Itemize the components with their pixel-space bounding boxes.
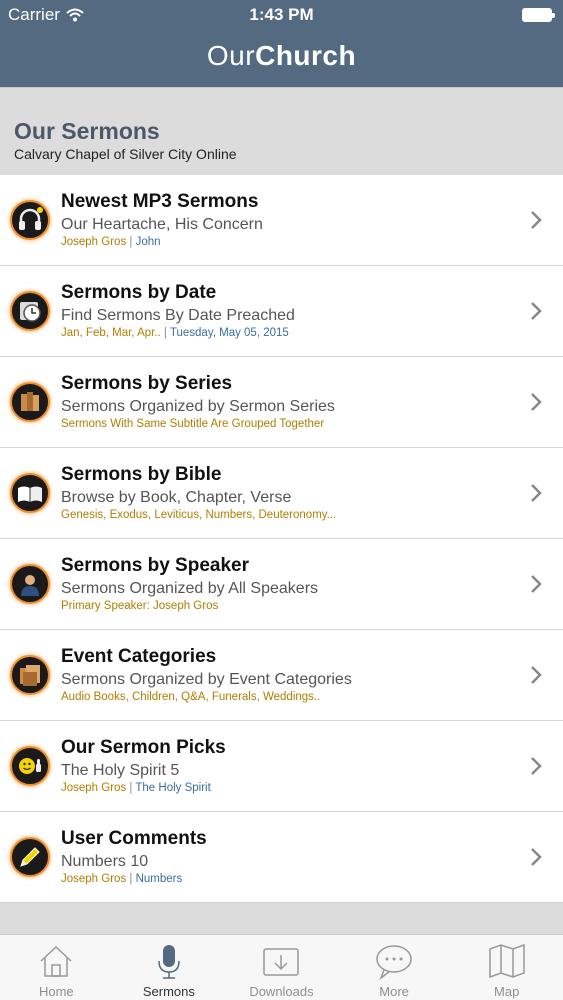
chevron-right-icon xyxy=(531,211,542,229)
list-item-sermon-picks[interactable]: Our Sermon Picks The Holy Spirit 5 Josep… xyxy=(0,721,563,812)
microphone-icon xyxy=(158,945,180,979)
item-title: Sermons by Bible xyxy=(61,464,222,485)
item-subtitle: Our Heartache, His Concern xyxy=(61,216,263,233)
item-meta-primary: Genesis, Exodus, Leviticus, Numbers, Deu… xyxy=(61,509,337,521)
chevron-right-icon xyxy=(531,575,542,593)
tab-home[interactable]: Home xyxy=(0,935,113,1000)
item-meta-primary: Joseph Gros xyxy=(61,236,127,248)
item-subtitle: Sermons Organized by Event Categories xyxy=(61,671,352,688)
item-meta: Joseph Gros | John xyxy=(61,236,161,248)
item-subtitle: Browse by Book, Chapter, Verse xyxy=(61,489,292,506)
item-subtitle: The Holy Spirit 5 xyxy=(61,762,180,779)
item-meta: Joseph Gros | The Holy Spirit xyxy=(61,782,211,794)
tab-sermons-label: Sermons xyxy=(142,984,195,999)
chevron-right-icon xyxy=(531,848,542,866)
folders-icon xyxy=(10,655,50,695)
list-item-by-date[interactable]: Sermons by Date Find Sermons By Date Pre… xyxy=(0,266,563,357)
headphones-icon xyxy=(10,200,50,240)
item-meta-primary: Joseph Gros xyxy=(61,782,127,794)
item-meta: Genesis, Exodus, Leviticus, Numbers, Deu… xyxy=(61,509,336,521)
page-subtitle: Calvary Chapel of Silver City Online xyxy=(14,146,237,162)
tab-downloads-label: Downloads xyxy=(249,984,314,999)
list-item-user-comments[interactable]: User Comments Numbers 10 Joseph Gros | N… xyxy=(0,812,563,903)
item-title: Event Categories xyxy=(61,646,217,667)
item-meta: Jan, Feb, Mar, Apr.. | Tuesday, May 05, … xyxy=(61,327,289,339)
nav-header: Carrier 1:43 PM OurChurch xyxy=(0,0,563,87)
chevron-right-icon xyxy=(531,666,542,684)
item-meta-primary: Audio Books, Children, Q&A, Funerals, We… xyxy=(61,691,321,703)
app-title: OurChurch xyxy=(0,40,563,72)
tab-map-label: Map xyxy=(494,984,520,999)
item-meta-primary: Jan, Feb, Mar, Apr.. xyxy=(61,327,161,339)
app-title-light: Our xyxy=(206,40,256,71)
thumbs-up-smiley-icon xyxy=(10,746,50,786)
item-meta-secondary: John xyxy=(135,236,161,248)
list-item-newest-mp3[interactable]: Newest MP3 Sermons Our Heartache, His Co… xyxy=(0,175,563,266)
item-title: Newest MP3 Sermons xyxy=(61,191,259,212)
item-title: Our Sermon Picks xyxy=(61,737,226,758)
battery-icon xyxy=(522,8,555,22)
sermon-menu-list: Newest MP3 Sermons Our Heartache, His Co… xyxy=(0,175,563,903)
status-time: 1:43 PM xyxy=(249,5,314,24)
item-title: Sermons by Series xyxy=(61,373,233,394)
tab-downloads[interactable]: Downloads xyxy=(225,935,338,1000)
tab-home-label: Home xyxy=(38,984,74,999)
item-meta-secondary: Numbers xyxy=(135,873,183,885)
open-bible-icon xyxy=(10,473,50,513)
item-meta: Audio Books, Children, Q&A, Funerals, We… xyxy=(61,691,320,703)
list-item-by-bible[interactable]: Sermons by Bible Browse by Book, Chapter… xyxy=(0,448,563,539)
books-icon xyxy=(10,382,50,422)
status-bar: Carrier 1:43 PM xyxy=(0,0,563,30)
item-subtitle: Sermons Organized by Sermon Series xyxy=(61,398,335,415)
section-header: Our Sermons Calvary Chapel of Silver Cit… xyxy=(0,87,563,175)
tab-more[interactable]: More xyxy=(338,935,451,1000)
item-meta: Primary Speaker: Joseph Gros xyxy=(61,600,218,612)
tab-more-label: More xyxy=(379,984,409,999)
item-title: Sermons by Speaker xyxy=(61,555,249,576)
speaker-person-icon xyxy=(10,564,50,604)
item-subtitle: Find Sermons By Date Preached xyxy=(61,307,295,324)
item-meta-secondary: The Holy Spirit xyxy=(135,782,211,794)
chevron-right-icon xyxy=(531,757,542,775)
app-title-bold: Church xyxy=(255,40,357,71)
item-subtitle: Numbers 10 xyxy=(61,853,149,870)
chevron-right-icon xyxy=(531,393,542,411)
clock-calendar-icon xyxy=(10,291,50,331)
chevron-right-icon xyxy=(531,302,542,320)
list-item-by-speaker[interactable]: Sermons by Speaker Sermons Organized by … xyxy=(0,539,563,630)
page-title: Our Sermons xyxy=(14,118,160,144)
tab-map[interactable]: Map xyxy=(450,935,563,1000)
item-meta-secondary: Tuesday, May 05, 2015 xyxy=(169,327,289,339)
item-meta-primary: Sermons With Same Subtitle Are Grouped T… xyxy=(61,418,325,430)
house-icon xyxy=(40,945,72,977)
list-item-event-categories[interactable]: Event Categories Sermons Organized by Ev… xyxy=(0,630,563,721)
tab-bar: Home Sermons Downloads More Map xyxy=(0,934,563,1000)
item-title: Sermons by Date xyxy=(61,282,217,303)
item-meta: Joseph Gros | Numbers xyxy=(61,873,183,885)
pencil-icon xyxy=(10,837,50,877)
item-subtitle: Sermons Organized by All Speakers xyxy=(61,580,319,597)
tab-sermons[interactable]: Sermons xyxy=(113,935,226,1000)
map-icon xyxy=(488,943,525,979)
item-meta-primary: Joseph Gros xyxy=(61,873,127,885)
item-meta-primary: Primary Speaker: Joseph Gros xyxy=(61,600,219,612)
item-meta: Sermons With Same Subtitle Are Grouped T… xyxy=(61,418,324,430)
chevron-right-icon xyxy=(531,484,542,502)
download-tray-icon xyxy=(263,948,300,976)
speech-bubble-icon xyxy=(376,945,412,981)
item-title: User Comments xyxy=(61,828,207,849)
list-item-by-series[interactable]: Sermons by Series Sermons Organized by S… xyxy=(0,357,563,448)
